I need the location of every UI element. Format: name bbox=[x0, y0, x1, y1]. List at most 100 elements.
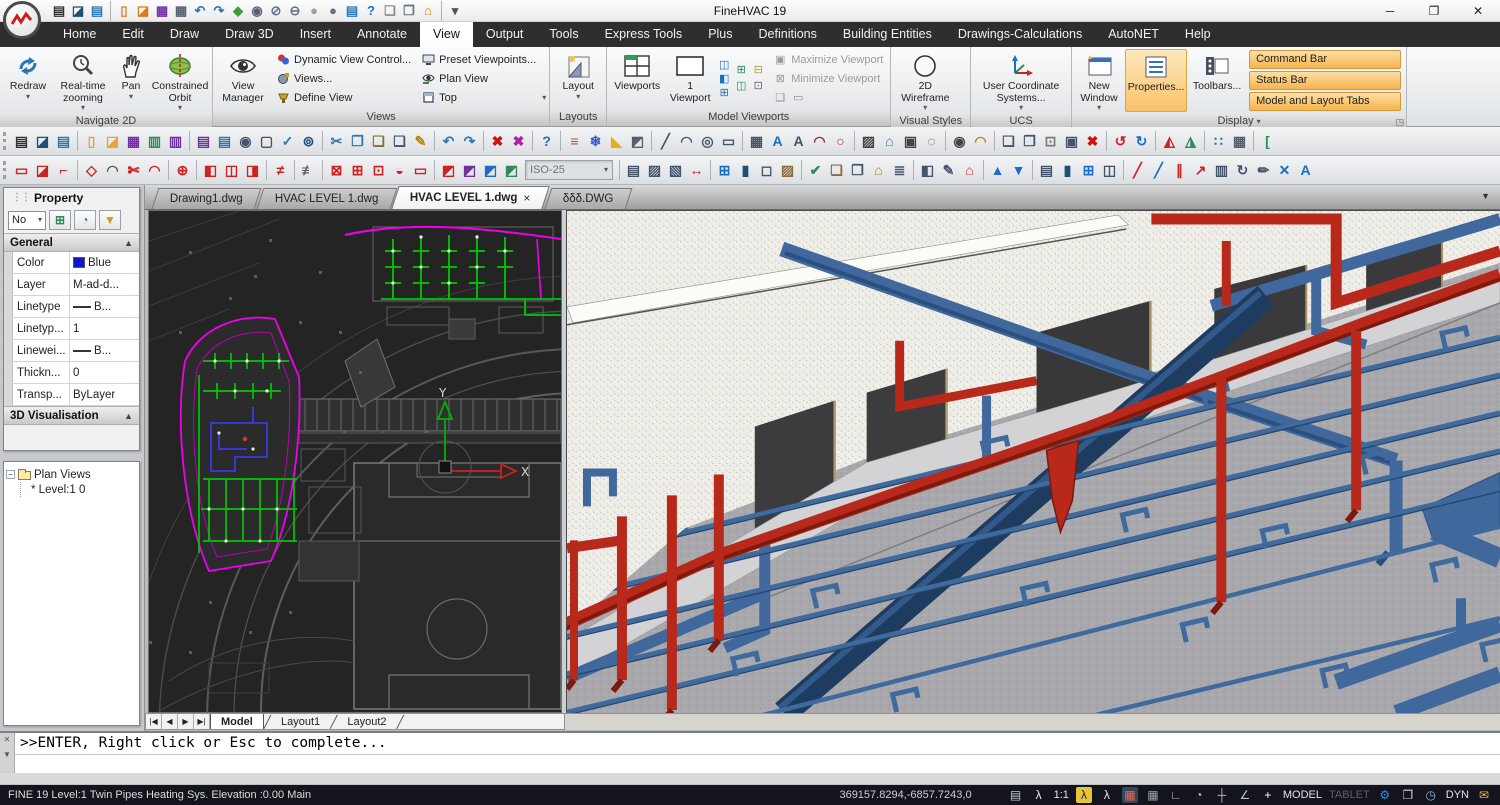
annotation-visibility-icon[interactable]: λ bbox=[1076, 787, 1092, 803]
gear-icon[interactable]: ⚙ bbox=[1377, 787, 1393, 803]
property-value[interactable]: B... bbox=[69, 340, 139, 361]
polar-icon[interactable]: ◔ bbox=[1191, 787, 1207, 803]
bld-open-icon[interactable]: ◪ bbox=[69, 2, 87, 20]
ellipse-icon[interactable]: ○ bbox=[830, 131, 851, 152]
viewport-object-icon[interactable]: ▭ bbox=[791, 91, 805, 104]
match-properties-icon[interactable]: ✎ bbox=[410, 131, 431, 152]
top-view-item[interactable]: Top bbox=[418, 89, 539, 106]
net-open-icon[interactable]: ▭ bbox=[410, 160, 431, 181]
menu-tab-annotate[interactable]: Annotate bbox=[344, 22, 420, 47]
array-icon[interactable]: ∷ bbox=[1208, 131, 1229, 152]
panel-edit-icon[interactable]: ▨ bbox=[644, 160, 665, 181]
render-3d-icon[interactable]: ⌂ bbox=[419, 2, 437, 20]
viewport-3d-model[interactable] bbox=[566, 210, 1500, 713]
menu-tab-help[interactable]: Help bbox=[1172, 22, 1224, 47]
copy2-icon[interactable]: ❐ bbox=[847, 160, 868, 181]
property-value[interactable]: B... bbox=[69, 296, 139, 317]
wall-pencil-icon[interactable]: ▨ bbox=[777, 160, 798, 181]
layers-icon[interactable]: ≣ bbox=[889, 160, 910, 181]
help-icon[interactable]: ? bbox=[536, 131, 557, 152]
property-value[interactable]: ByLayer bbox=[69, 384, 139, 405]
cascade-icon[interactable]: ❐ bbox=[1400, 787, 1416, 803]
gradient-icon[interactable]: ◣ bbox=[606, 131, 627, 152]
bld-doc-icon[interactable]: ▤ bbox=[53, 131, 74, 152]
circle-icon[interactable]: ◎ bbox=[697, 131, 718, 152]
house-icon[interactable]: ⌂ bbox=[868, 160, 889, 181]
menu-tab-plus[interactable]: Plus bbox=[695, 22, 745, 47]
pipe-fitting-icon[interactable]: ⌐ bbox=[53, 160, 74, 181]
pipe-paint-icon[interactable]: ◪ bbox=[32, 160, 53, 181]
property-row[interactable]: LayerM-ad-d... bbox=[4, 274, 139, 296]
save-icon[interactable]: ▦ bbox=[123, 131, 144, 152]
door-icon[interactable]: ▮ bbox=[735, 160, 756, 181]
new-drawing-icon[interactable]: ▯ bbox=[81, 131, 102, 152]
render-hidden-icon[interactable]: ⊖ bbox=[286, 2, 304, 20]
wall-hatch-icon[interactable]: ▤ bbox=[623, 160, 644, 181]
mirror-left-icon[interactable]: ◭ bbox=[1159, 131, 1180, 152]
pencil3-icon[interactable]: ✏ bbox=[1253, 160, 1274, 181]
menu-tab-edit[interactable]: Edit bbox=[109, 22, 157, 47]
hatch-icon[interactable]: ▦ bbox=[746, 131, 767, 152]
command-expand-icon[interactable]: ▼ bbox=[3, 750, 11, 759]
bld-doc-icon[interactable]: ▤ bbox=[88, 2, 106, 20]
constrained-orbit-button[interactable]: Constrained Orbit▾ bbox=[151, 49, 209, 112]
check-icon[interactable]: ✔ bbox=[805, 160, 826, 181]
new-window-button[interactable]: New Window▾ bbox=[1075, 49, 1123, 112]
status-label-model[interactable]: MODEL bbox=[1283, 789, 1322, 801]
join-viewports-icon[interactable]: ⊞ bbox=[734, 63, 748, 76]
command-history[interactable]: >>ENTER, Right click or Esc to complete.… bbox=[15, 733, 1500, 773]
tree-root-plan-views[interactable]: − Plan Views bbox=[6, 467, 137, 482]
pipe-arrow-icon[interactable]: ↗ bbox=[1190, 160, 1211, 181]
menu-tab-output[interactable]: Output bbox=[473, 22, 537, 47]
spell-check-icon[interactable]: ✓ bbox=[277, 131, 298, 152]
split-vertical-icon[interactable]: ◫ bbox=[717, 58, 731, 71]
preset-viewpoints-item[interactable]: Preset Viewpoints... bbox=[418, 51, 539, 68]
layout-tab-layout2[interactable]: Layout2 bbox=[337, 714, 396, 729]
qat-overflow-icon[interactable]: ▾ bbox=[446, 2, 464, 20]
arc-icon[interactable]: ◠ bbox=[809, 131, 830, 152]
polygon-icon[interactable]: ⌂ bbox=[879, 131, 900, 152]
status-label-1-1[interactable]: 1:1 bbox=[1054, 789, 1069, 801]
toolbar-grip[interactable] bbox=[3, 161, 7, 179]
radiator-mid-icon[interactable]: ◫ bbox=[221, 160, 242, 181]
section-3d-visualisation[interactable]: 3D Visualisation▲ bbox=[4, 406, 139, 425]
polyline-icon[interactable]: ◠ bbox=[676, 131, 697, 152]
layout-button[interactable]: Layout▾ bbox=[553, 49, 603, 108]
menu-tab-building-entities[interactable]: Building Entities bbox=[830, 22, 945, 47]
bld-open-icon[interactable]: ◪ bbox=[32, 131, 53, 152]
menu-tab-insert[interactable]: Insert bbox=[287, 22, 344, 47]
menu-tab-express-tools[interactable]: Express Tools bbox=[592, 22, 696, 47]
sheet-icon[interactable]: ▤ bbox=[1008, 787, 1024, 803]
panel-edit2-icon[interactable]: ▧ bbox=[665, 160, 686, 181]
menu-tab-definitions[interactable]: Definitions bbox=[746, 22, 830, 47]
level-up-icon[interactable]: ▲ bbox=[987, 160, 1008, 181]
viewport-config-icon[interactable]: ⊡ bbox=[751, 79, 765, 92]
annotation-scale-person-icon[interactable]: λ bbox=[1031, 787, 1047, 803]
pipe-line-red-icon[interactable]: ╱ bbox=[1127, 160, 1148, 181]
drawing-tab[interactable]: HVAC LEVEL 1.dwg bbox=[256, 188, 396, 209]
device-icon[interactable]: ◧ bbox=[917, 160, 938, 181]
delete-icon[interactable]: ✖ bbox=[1082, 131, 1103, 152]
undo-icon[interactable]: ↶ bbox=[438, 131, 459, 152]
annotation-auto-icon[interactable]: λ bbox=[1099, 787, 1115, 803]
pencil2-icon[interactable]: ✎ bbox=[938, 160, 959, 181]
tree-item-level1[interactable]: * Level:1 0 bbox=[20, 482, 137, 497]
boundary-icon[interactable]: ▣ bbox=[900, 131, 921, 152]
named-viewports-icon[interactable]: ◫ bbox=[734, 79, 748, 92]
mtext-icon[interactable]: A bbox=[767, 131, 788, 152]
views-more-caret-icon[interactable]: ▾ bbox=[542, 94, 546, 102]
next-tab-button[interactable]: ▶ bbox=[178, 714, 194, 729]
scale-box-icon[interactable]: ▣ bbox=[1061, 131, 1082, 152]
zoom-icon[interactable]: ◉ bbox=[248, 2, 266, 20]
mirror-right-icon[interactable]: ◮ bbox=[1180, 131, 1201, 152]
define-view-item[interactable]: Define View bbox=[273, 89, 414, 106]
drawing-tab[interactable]: Drawing1.dwg bbox=[152, 188, 262, 209]
block-icon[interactable]: ◫ bbox=[1099, 160, 1120, 181]
undo-mark-icon[interactable]: ↺ bbox=[1110, 131, 1131, 152]
grid-blue-icon[interactable]: ⊞ bbox=[714, 160, 735, 181]
one-viewport-button[interactable]: 1Viewport bbox=[666, 49, 714, 108]
erase-icon[interactable]: ✖ bbox=[487, 131, 508, 152]
pipe-hook-icon[interactable]: ◠ bbox=[102, 160, 123, 181]
app-logo[interactable] bbox=[3, 1, 41, 39]
select-net-icon[interactable]: ⊠ bbox=[326, 160, 347, 181]
